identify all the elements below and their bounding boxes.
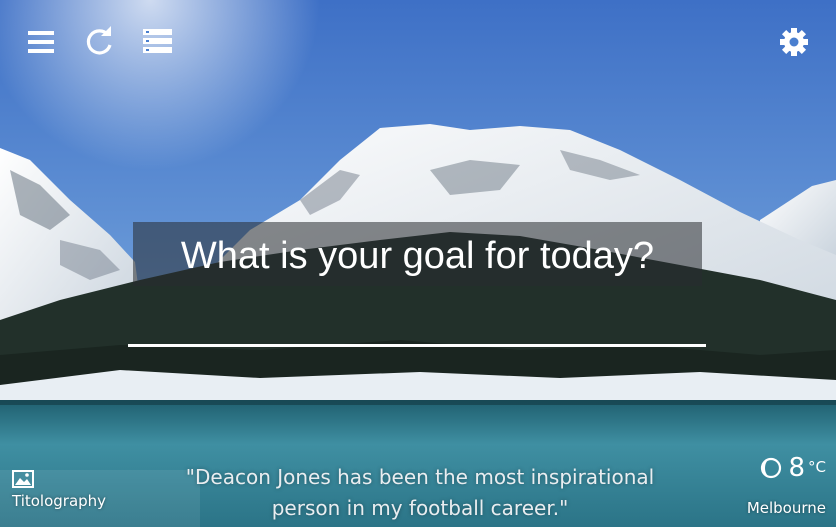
hamburger-menu-icon <box>28 31 54 53</box>
goal-prompt: What is your goal for today? <box>180 235 655 277</box>
menu-button[interactable] <box>25 26 57 58</box>
gear-icon <box>780 28 808 56</box>
temperature-value: 8 <box>788 453 806 483</box>
photo-credit-label: Titolography <box>12 492 107 510</box>
quote-line-1: "Deacon Jones has been the most inspirat… <box>185 465 655 489</box>
photo-credit-link[interactable]: Titolography <box>12 470 122 510</box>
weather-location: Melbourne <box>746 499 826 517</box>
quote-line-2: person in my football career." <box>271 496 569 520</box>
weather-widget[interactable]: 8 °C Melbourne <box>716 452 826 517</box>
settings-button[interactable] <box>778 26 810 58</box>
refresh-button[interactable] <box>83 26 115 58</box>
crescent-moon-icon <box>761 457 782 479</box>
list-view-button[interactable] <box>141 26 173 58</box>
goal-input[interactable] <box>128 300 706 347</box>
temperature-unit: °C <box>808 458 826 476</box>
refresh-icon <box>86 26 112 55</box>
list-view-icon <box>143 29 172 53</box>
new-tab-dashboard: What is your goal for today? Titolograph… <box>0 0 836 527</box>
daily-quote: "Deacon Jones has been the most inspirat… <box>150 462 690 524</box>
image-icon <box>12 470 34 488</box>
